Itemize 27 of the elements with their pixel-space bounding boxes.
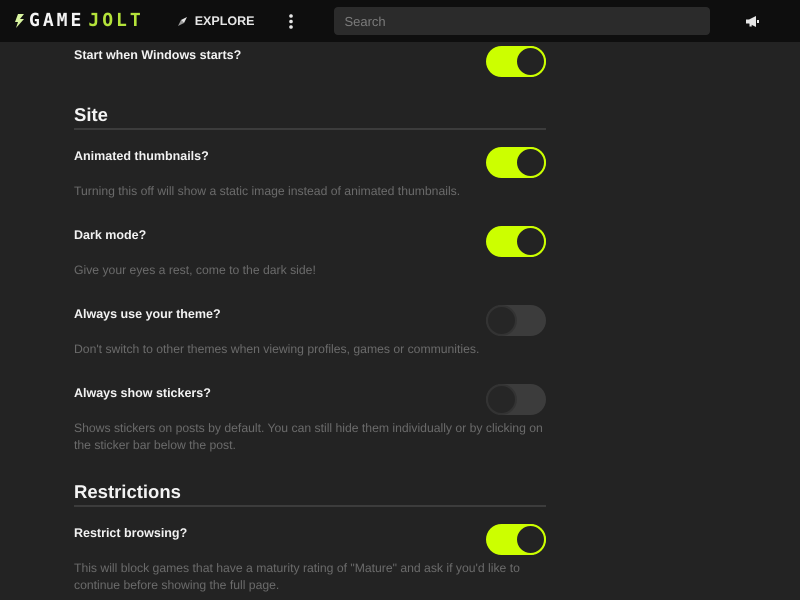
section-heading: Restrictions (74, 480, 181, 504)
setting-description: Don't switch to other themes when viewing profiles, games or communities. (74, 341, 480, 358)
setting-description: Give your eyes a rest, come to the dark side! (74, 262, 317, 279)
megaphone-icon[interactable] (746, 16, 760, 26)
setting-label: Animated thumbnails? (74, 148, 209, 165)
setting-label: Start when Windows starts? (74, 47, 242, 64)
setting-label: Dark mode? (74, 227, 146, 244)
needle-icon (178, 16, 187, 26)
toggle-switch[interactable] (486, 226, 546, 257)
logo-text[interactable]: GAME (29, 11, 84, 31)
section-heading: Site (74, 103, 108, 127)
logo-text[interactable]: JOLT (88, 11, 144, 31)
setting-description: Shows stickers on posts by default. You can still hide them individually or by clicking on the sticker bar below the post. (74, 420, 544, 454)
search-field[interactable]: Search (334, 7, 710, 35)
more-icon[interactable] (289, 14, 294, 28)
explore-link[interactable]: EXPLORE (178, 12, 254, 30)
toggle-switch[interactable] (486, 524, 546, 555)
lightning-bolt-icon[interactable] (14, 14, 25, 28)
setting-label: Restrict browsing? (74, 525, 188, 542)
setting-label: Always use your theme? (74, 306, 221, 323)
toggle-switch[interactable] (486, 147, 546, 178)
setting-label: Always show stickers? (74, 385, 211, 402)
setting-description: Turning this off will show a static image instead of animated thumbnails. (74, 183, 462, 200)
setting-description: This will block games that have a maturity rating of "Mature" and ask if you'd like to continue before showing the full page. (74, 560, 521, 594)
toggle-switch[interactable] (486, 46, 546, 77)
toggle-switch[interactable] (486, 384, 546, 415)
toggle-switch[interactable] (486, 305, 546, 336)
